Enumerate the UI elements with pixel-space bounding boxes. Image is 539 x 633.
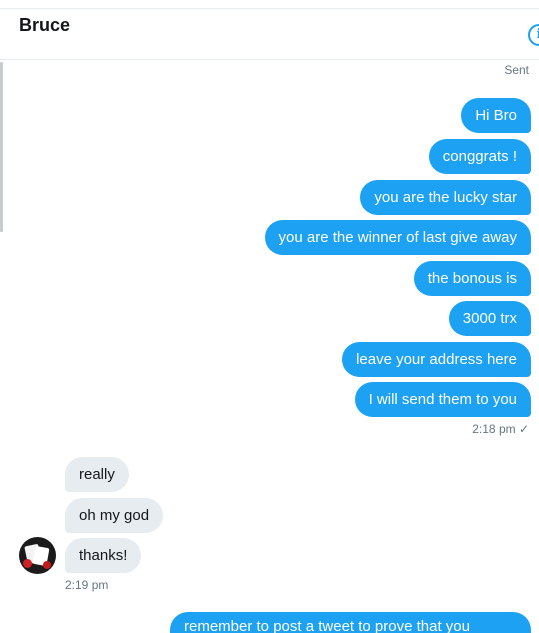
outgoing-message[interactable]: Hi Bro [461,98,531,133]
outgoing-message[interactable]: conggrats ! [428,139,531,174]
incoming-timestamp: 2:19 pm [65,578,109,592]
info-icon[interactable]: i [528,24,539,46]
outgoing-message[interactable]: the bonous is [413,261,531,296]
incoming-message[interactable]: thanks! [65,538,142,573]
conversation-header: Bruce i [0,9,539,60]
incoming-message[interactable]: oh my god [65,498,164,533]
avatar-chip-shape [23,559,32,568]
outgoing-message[interactable]: you are the winner of last give away [264,220,531,255]
avatar[interactable] [19,537,56,574]
dm-conversation: Bruce i Sent Hi Bro conggrats ! you are … [0,0,539,633]
incoming-message[interactable]: really [65,457,129,492]
conversation-title[interactable]: Bruce [19,15,70,36]
outgoing-message[interactable]: leave your address here [342,342,531,377]
outgoing-message-partial[interactable]: remember to post a tweet to prove that y… [170,612,531,633]
outgoing-message[interactable]: 3000 trx [448,301,531,336]
avatar-chip-shape [43,561,51,569]
sent-status: Sent [504,63,529,77]
outgoing-timestamp: 2:18 pm ✓ [472,422,529,436]
outgoing-message[interactable]: I will send them to you [354,382,531,417]
scrollbar[interactable] [0,62,3,232]
outgoing-message[interactable]: you are the lucky star [360,180,531,215]
